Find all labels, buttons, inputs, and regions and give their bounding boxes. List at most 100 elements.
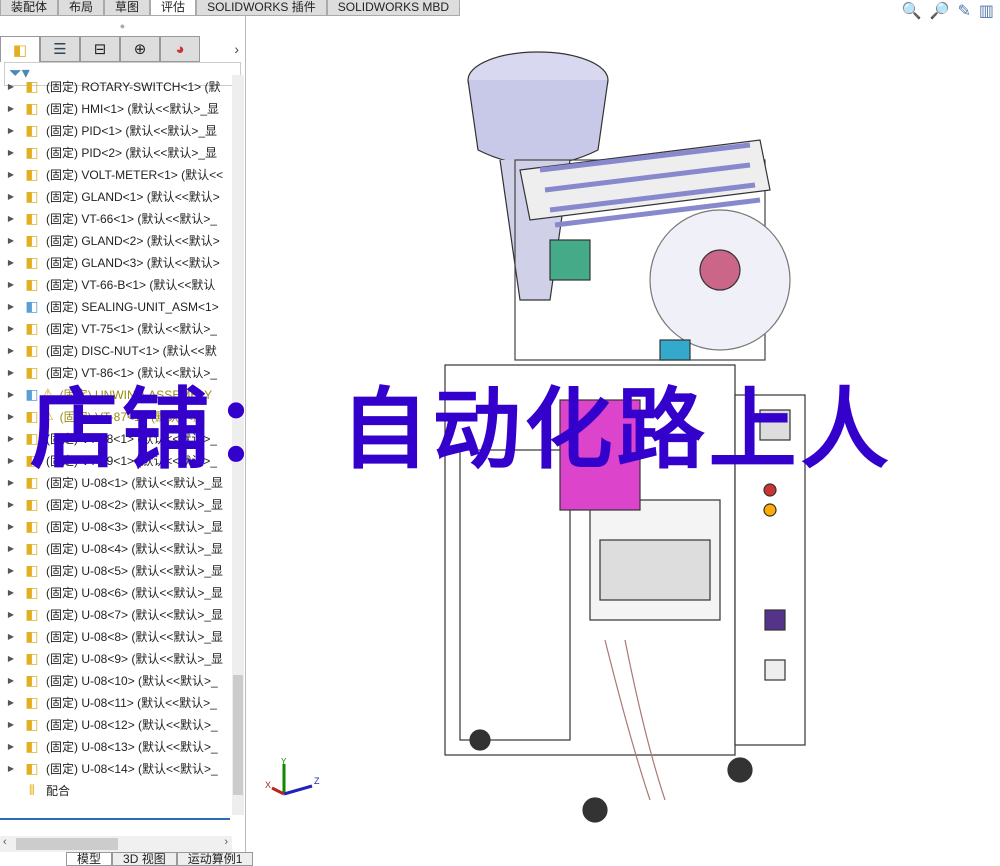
scroll-thumb[interactable] xyxy=(233,675,243,795)
divider xyxy=(0,818,230,820)
tree-item[interactable]: ▶ ◧ (固定) PID<2> (默认<<默认>_显 xyxy=(0,141,232,163)
svg-text:Y: Y xyxy=(281,758,287,766)
expand-arrow-icon[interactable]: ▶ xyxy=(0,368,22,377)
zoom-to-fit-icon[interactable]: 🔍 xyxy=(902,1,922,21)
tree-item[interactable]: ▶ ◧ (固定) PID<1> (默认<<默认>_显 xyxy=(0,119,232,141)
tree-item[interactable]: ▶ ◧ (固定) U-08<5> (默认<<默认>_显 xyxy=(0,559,232,581)
expand-arrow-icon[interactable]: ▶ xyxy=(0,676,22,685)
expand-arrow-icon[interactable]: ▶ xyxy=(0,126,22,135)
expand-arrow-icon[interactable]: ▶ xyxy=(0,236,22,245)
expand-arrow-icon[interactable]: ▶ xyxy=(0,698,22,707)
tree-item[interactable]: ▶ ◧ (固定) SEALING-UNIT_ASM<1> xyxy=(0,295,232,317)
expand-arrow-icon[interactable]: ▶ xyxy=(0,82,22,91)
expand-arrow-icon[interactable]: ▶ xyxy=(0,104,22,113)
scroll-thumb[interactable] xyxy=(16,838,118,850)
tree-item[interactable]: ▶ ◧ (固定) GLAND<2> (默认<<默认> xyxy=(0,229,232,251)
expand-arrow-icon[interactable]: ▶ xyxy=(0,720,22,729)
part-icon: ◧ xyxy=(25,539,39,556)
tree-item[interactable]: ▶ ◧ (固定) U-08<7> (默认<<默认>_显 xyxy=(0,603,232,625)
expand-arrow-icon[interactable]: ▶ xyxy=(0,412,22,421)
tree-item-mates[interactable]: ⫴ 配合 xyxy=(0,779,232,801)
tree-item[interactable]: ▶ ◧ (固定) U-08<10> (默认<<默认>_ xyxy=(0,669,232,691)
expand-arrow-icon[interactable]: ▶ xyxy=(0,632,22,641)
tree-item[interactable]: ▶ ◧ (固定) U-08<2> (默认<<默认>_显 xyxy=(0,493,232,515)
part-icon: ◧ xyxy=(25,77,39,94)
tree-item[interactable]: ▶ ◧ (固定) VT-75<1> (默认<<默认>_ xyxy=(0,317,232,339)
expand-arrow-icon[interactable]: ▶ xyxy=(0,500,22,509)
tree-item[interactable]: ▶ ◧ (固定) U-08<14> (默认<<默认>_ xyxy=(0,757,232,779)
expand-arrow-icon[interactable]: ▶ xyxy=(0,610,22,619)
tree-item[interactable]: ▶ ◧ (固定) U-08<13> (默认<<默认>_ xyxy=(0,735,232,757)
expand-arrow-icon[interactable]: ▶ xyxy=(0,764,22,773)
svg-text:Z: Z xyxy=(314,776,320,786)
tree-item[interactable]: ▶ ◧ (固定) GLAND<1> (默认<<默认> xyxy=(0,185,232,207)
property-manager-icon[interactable]: ☰ xyxy=(40,36,80,62)
tree-item-label: (固定) U-08<9> (默认<<默认>_显 xyxy=(46,651,224,666)
tab-motion-study[interactable]: 运动算例1 xyxy=(176,852,254,866)
part-icon: ◧ xyxy=(25,187,39,204)
expand-arrow-icon[interactable]: ▶ xyxy=(0,148,22,157)
part-icon: ◧ xyxy=(25,99,39,116)
tree-item-label: (固定) U-08<8> (默认<<默认>_显 xyxy=(46,629,224,644)
tree-item-label: (固定) U-08<14> (默认<<默认>_ xyxy=(46,761,218,776)
tree-item-label: (固定) GLAND<1> (默认<<默认> xyxy=(46,189,220,204)
expand-arrow-icon[interactable]: ▶ xyxy=(0,434,22,443)
tree-item[interactable]: ▶ ◧ (固定) ROTARY-SWITCH<1> (默 xyxy=(0,75,232,97)
tree-item[interactable]: ▶ ◧ (固定) VT-66-B<1> (默认<<默认 xyxy=(0,273,232,295)
mates-icon: ⫴ xyxy=(29,781,35,798)
expand-arrow-icon[interactable]: ▶ xyxy=(0,390,22,399)
tree-item[interactable]: ▶ ◧ (固定) VT-66<1> (默认<<默认>_ xyxy=(0,207,232,229)
expand-arrow-icon[interactable]: ▶ xyxy=(0,258,22,267)
tree-item[interactable]: ▶ ◧ (固定) GLAND<3> (默认<<默认> xyxy=(0,251,232,273)
tree-item-label: (固定) U-08<3> (默认<<默认>_显 xyxy=(46,519,224,534)
dimxpert-icon[interactable]: ⊕ xyxy=(120,36,160,62)
tab-layout[interactable]: 布局 xyxy=(58,0,105,16)
expand-arrow-icon[interactable]: ▶ xyxy=(0,214,22,223)
part-icon: ◧ xyxy=(25,253,39,270)
tree-item[interactable]: ▶ ◧ (固定) U-08<4> (默认<<默认>_显 xyxy=(0,537,232,559)
expand-arrow-icon[interactable]: ▶ xyxy=(0,170,22,179)
tree-item[interactable]: ▶ ◧ (固定) HMI<1> (默认<<默认>_显 xyxy=(0,97,232,119)
expand-arrow-icon[interactable]: ▶ xyxy=(0,522,22,531)
tree-item[interactable]: ▶ ◧ (固定) U-08<9> (默认<<默认>_显 xyxy=(0,647,232,669)
expand-arrow-icon[interactable]: ▶ xyxy=(0,742,22,751)
expand-arrow-icon[interactable]: ▶ xyxy=(0,346,22,355)
tree-horizontal-scrollbar[interactable]: ‹ › xyxy=(0,836,232,852)
feature-manager-icon[interactable]: ◧ xyxy=(0,36,40,62)
tree-item[interactable]: ▶ ◧ (固定) DISC-NUT<1> (默认<<默 xyxy=(0,339,232,361)
previous-view-icon[interactable]: ✎ xyxy=(957,1,970,21)
section-view-icon[interactable]: ▥ xyxy=(979,1,994,21)
expand-arrow-icon[interactable]: ▶ xyxy=(0,280,22,289)
tab-model[interactable]: 模型 xyxy=(66,852,113,866)
tree-item[interactable]: ▶ ◧ (固定) U-08<11> (默认<<默认>_ xyxy=(0,691,232,713)
expand-arrow-icon[interactable]: ▶ xyxy=(0,192,22,201)
tab-3d-view[interactable]: 3D 视图 xyxy=(112,852,177,866)
tab-solidworks-mbd[interactable]: SOLIDWORKS MBD xyxy=(326,0,461,16)
expand-arrow-icon[interactable]: ▶ xyxy=(0,456,22,465)
zoom-to-area-icon[interactable]: 🔎 xyxy=(930,1,950,21)
tree-item[interactable]: ▶ ◧ (固定) U-08<6> (默认<<默认>_显 xyxy=(0,581,232,603)
tree-item[interactable]: ▶ ◧ (固定) U-08<8> (默认<<默认>_显 xyxy=(0,625,232,647)
expand-arrow-icon[interactable]: ▶ xyxy=(0,566,22,575)
tab-evaluate[interactable]: 评估 xyxy=(150,0,197,16)
part-icon: ◧ xyxy=(25,715,39,732)
display-manager-icon[interactable]: ◕ xyxy=(160,36,200,62)
expand-arrow-icon[interactable]: ▶ xyxy=(0,544,22,553)
tree-item[interactable]: ▶ ◧ (固定) U-08<12> (默认<<默认>_ xyxy=(0,713,232,735)
chevron-right-icon[interactable]: › xyxy=(234,36,239,62)
tree-item-label: (固定) ROTARY-SWITCH<1> (默 xyxy=(46,79,221,94)
expand-arrow-icon[interactable]: ▶ xyxy=(0,302,22,311)
expand-arrow-icon[interactable]: ▶ xyxy=(0,324,22,333)
configuration-manager-icon[interactable]: ⊟ xyxy=(80,36,120,62)
expand-arrow-icon[interactable]: ▶ xyxy=(0,654,22,663)
heads-up-toolbar: 🔍 🔎 ✎ ▥ xyxy=(902,1,994,21)
tab-sketch[interactable]: 草图 xyxy=(104,0,151,16)
tree-item[interactable]: ▶ ◧ (固定) U-08<3> (默认<<默认>_显 xyxy=(0,515,232,537)
expand-arrow-icon[interactable]: ▶ xyxy=(0,478,22,487)
part-icon: ◧ xyxy=(25,605,39,622)
tab-solidworks-addins[interactable]: SOLIDWORKS 插件 xyxy=(196,0,327,16)
tab-assembly[interactable]: 装配体 xyxy=(0,0,59,16)
expand-arrow-icon[interactable]: ▶ xyxy=(0,588,22,597)
tree-item[interactable]: ▶ ◧ (固定) VOLT-METER<1> (默认<< xyxy=(0,163,232,185)
panel-grip[interactable]: ● xyxy=(0,16,245,36)
